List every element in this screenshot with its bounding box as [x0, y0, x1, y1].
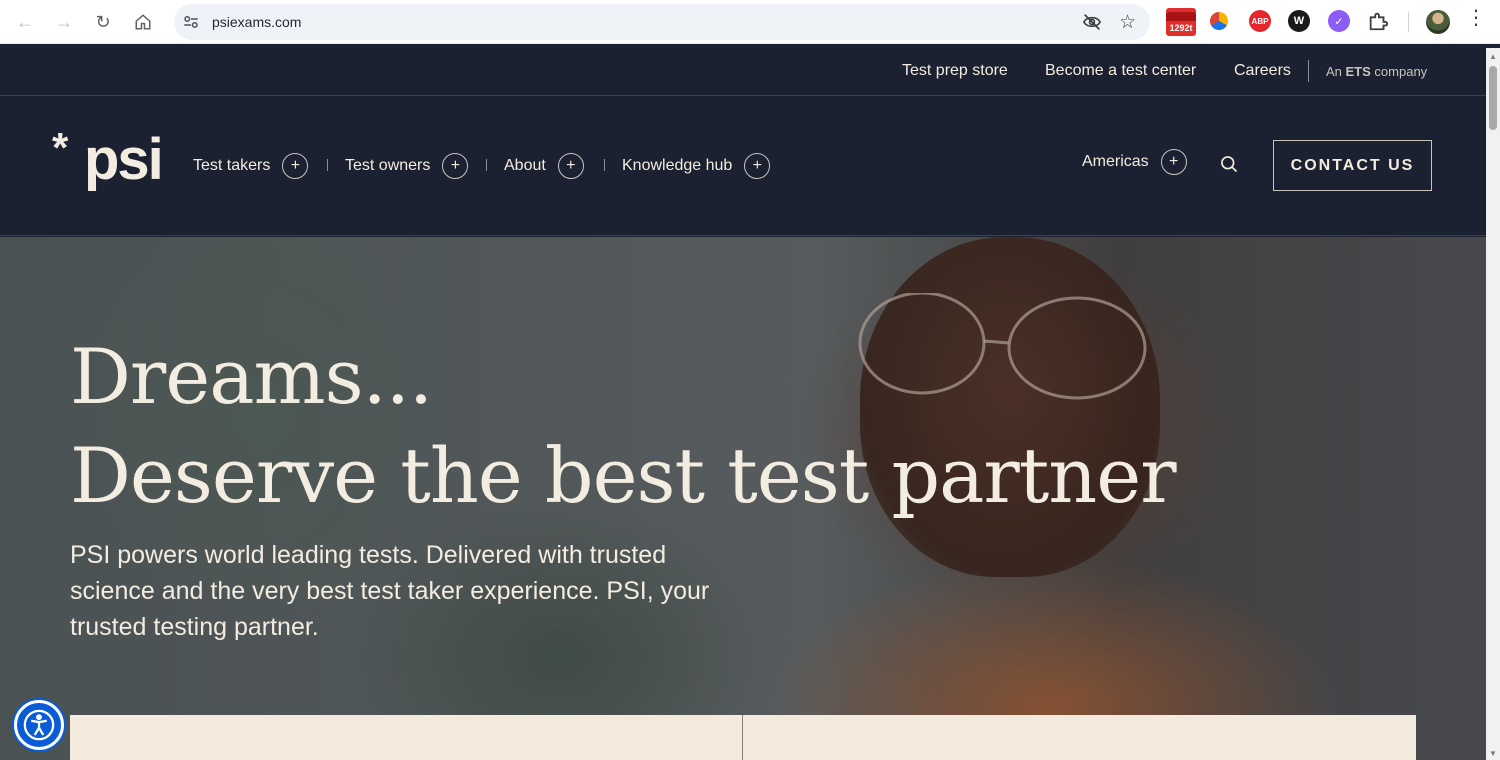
hero-subtitle: PSI powers world leading tests. Delivere…	[70, 541, 710, 641]
extensions-puzzle-icon[interactable]	[1367, 10, 1389, 32]
ets-company-label: An ETS company	[1326, 64, 1428, 79]
test-prep-store-link[interactable]: Test prep store	[902, 62, 1008, 80]
expand-plus-icon[interactable]: +	[282, 153, 309, 179]
contact-us-button[interactable]: CONTACT US	[1273, 140, 1432, 191]
toolbar-divider	[1408, 12, 1409, 32]
reload-icon[interactable]: ↻	[90, 9, 116, 35]
scroll-up-icon[interactable]: ▲	[1489, 52, 1497, 61]
home-icon[interactable]	[130, 9, 156, 35]
utility-bar: Test prep store Become a test center Car…	[0, 48, 1486, 96]
url-text[interactable]: psiexams.com	[212, 14, 301, 30]
site-info-icon[interactable]	[182, 13, 200, 31]
nav-divider	[486, 159, 487, 171]
page-scrollbar[interactable]: ▲ ▼	[1486, 48, 1500, 760]
check-extension-icon[interactable]: ✓	[1328, 10, 1350, 32]
utility-divider	[1308, 60, 1309, 82]
scrollbar-thumb[interactable]	[1489, 66, 1497, 130]
hero-headline-line-1: Dreams...	[70, 332, 433, 421]
nav-divider	[604, 159, 605, 171]
nav-item-test-owners[interactable]: Test owners +	[345, 153, 469, 179]
browser-toolbar: ← → ↻ psiexams.com ☆ 1292t ABP W ✓ ⋮	[0, 0, 1500, 44]
expand-plus-icon[interactable]: +	[744, 153, 771, 179]
forward-icon[interactable]: →	[51, 9, 77, 35]
hero-headline-line-2: Deserve the best test partner	[70, 431, 1177, 520]
nav-item-about[interactable]: About +	[504, 153, 584, 179]
browser-menu-icon[interactable]: ⋮	[1466, 8, 1486, 28]
search-icon[interactable]	[1219, 154, 1239, 174]
region-selector[interactable]: Americas +	[1082, 149, 1187, 175]
main-navigation: * psi Test takers + Test owners + About …	[0, 97, 1486, 236]
cards-divider	[742, 715, 743, 760]
expand-plus-icon[interactable]: +	[557, 153, 584, 179]
expand-plus-icon[interactable]: +	[442, 153, 469, 179]
become-test-center-link[interactable]: Become a test center	[1045, 62, 1196, 80]
hero-banner: Dreams... Deserve the best test partner …	[0, 237, 1486, 760]
calendar-extension-icon[interactable]: 1292t	[1166, 8, 1196, 36]
nav-divider	[327, 159, 328, 171]
address-bar[interactable]: psiexams.com ☆	[174, 4, 1150, 40]
nav-item-knowledge-hub[interactable]: Knowledge hub +	[622, 153, 771, 179]
expand-plus-icon[interactable]: +	[1160, 149, 1187, 175]
tracking-protection-icon[interactable]	[1082, 13, 1102, 31]
profile-avatar[interactable]	[1426, 10, 1450, 34]
w-extension-icon[interactable]: W	[1288, 10, 1310, 32]
hero-cards	[70, 715, 1416, 760]
nav-item-test-takers[interactable]: Test takers +	[193, 153, 309, 179]
bookmark-star-icon[interactable]: ☆	[1119, 11, 1136, 34]
scroll-down-icon[interactable]: ▼	[1489, 749, 1497, 758]
accessibility-icon[interactable]	[14, 700, 64, 750]
adblock-extension-icon[interactable]: ABP	[1249, 10, 1271, 32]
back-icon[interactable]: ←	[12, 9, 38, 35]
careers-link[interactable]: Careers	[1234, 62, 1291, 80]
color-extension-icon[interactable]	[1210, 12, 1228, 30]
